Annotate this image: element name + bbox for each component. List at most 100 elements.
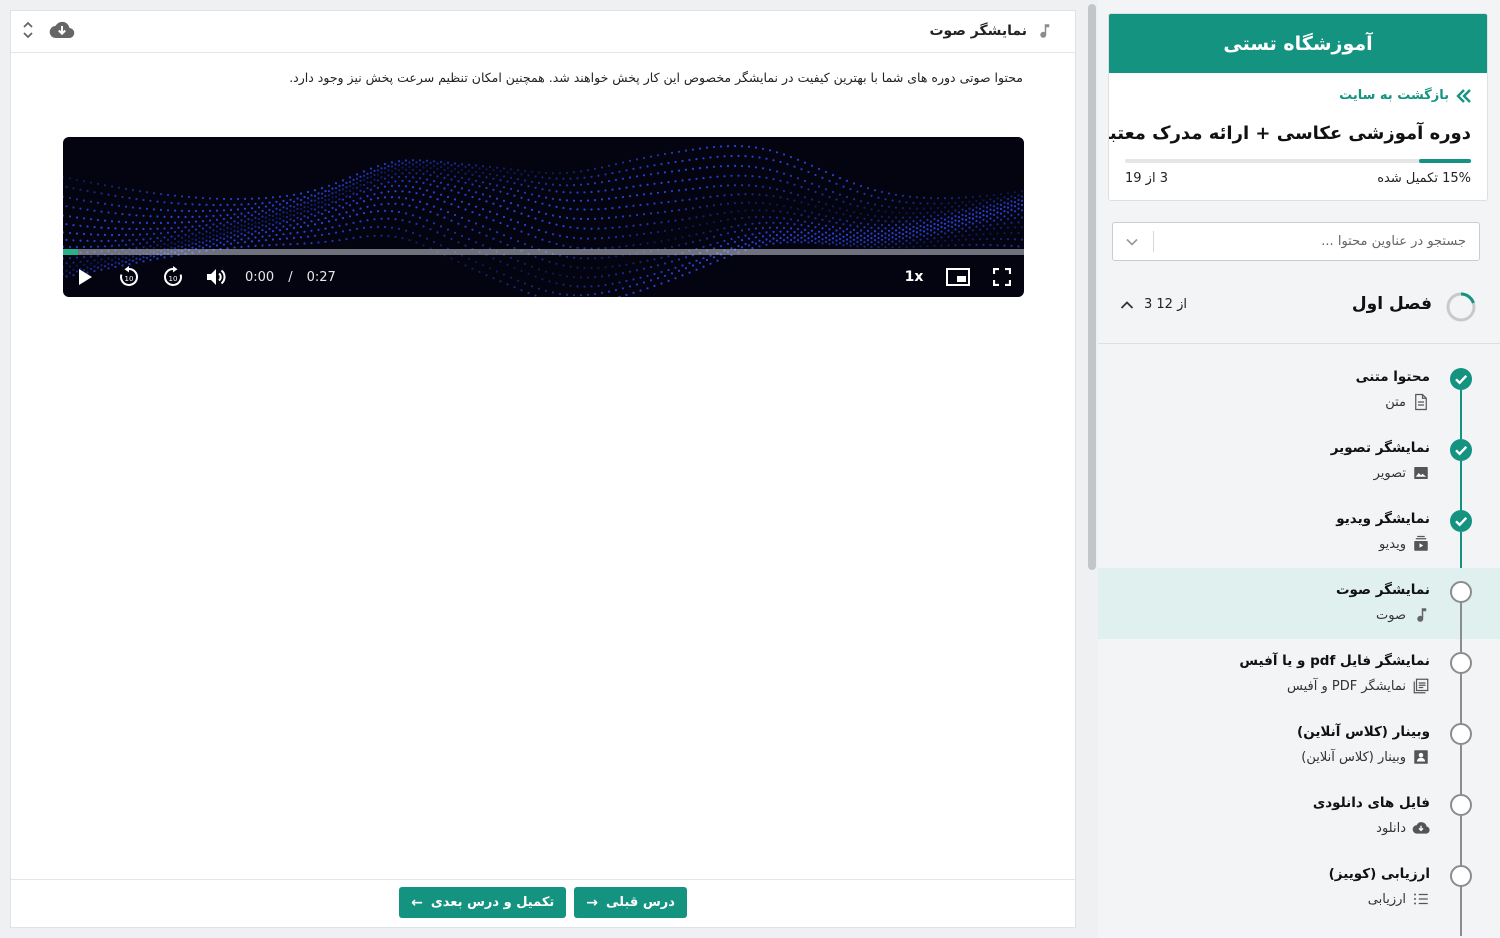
completed-check-icon [1450, 510, 1472, 532]
lesson-item-type-label: ارزیابی [1367, 891, 1406, 907]
lesson-item-type-label: تصویر [1373, 465, 1406, 481]
cloud-download-icon[interactable] [49, 20, 75, 40]
volume-button[interactable] [195, 257, 239, 297]
cloud-download-icon [1412, 822, 1430, 834]
image-icon [1414, 467, 1428, 479]
lesson-title: نمایشگر صوت [929, 22, 1053, 40]
lesson-item-type: ویدیو [1379, 535, 1430, 553]
timeline-connector [1460, 887, 1462, 936]
lesson-item-type-label: وبینار (کلاس آنلاین) [1301, 749, 1406, 765]
chapter-count-text: 3 از 12 [1144, 297, 1187, 312]
completed-check-icon [1450, 439, 1472, 461]
lesson-item[interactable]: نمایشگر صوت صوت [1098, 568, 1500, 652]
lesson-item-type-label: متن [1385, 394, 1406, 410]
lesson-item-type-label: صوت [1376, 607, 1406, 623]
course-progress-stats: 15% تکمیل شده 3 از 19 [1125, 171, 1471, 186]
lesson-item-type-label: دانلود [1376, 820, 1406, 836]
lesson-item[interactable]: فایل های دانلودی دانلود [1098, 781, 1500, 865]
audio-progress-fill [63, 249, 79, 255]
completed-check-icon [1450, 368, 1472, 390]
music-note-icon [1040, 24, 1050, 38]
picture-in-picture-button[interactable] [936, 257, 980, 297]
complete-next-lesson-button[interactable]: تکمیل و درس بعدی ← [399, 887, 567, 918]
current-time: 0:00 [245, 269, 275, 285]
rewind-10-button[interactable]: 10 [107, 257, 151, 297]
search-placeholder: جستجو در عناوین محتوا ... [1321, 234, 1466, 249]
lesson-item-title: ارزیابی (کوییز) [1328, 866, 1430, 882]
lesson-item[interactable]: نمایشگر تصویر تصویر [1098, 426, 1500, 510]
lesson-item-type: تصویر [1374, 464, 1430, 482]
play-button[interactable] [63, 257, 107, 297]
expand-collapse-icon[interactable] [21, 19, 35, 41]
lesson-item-type: دانلود [1376, 819, 1430, 837]
lesson-title-text: نمایشگر صوت [929, 23, 1027, 39]
audio-controls-right: 1x [892, 257, 1024, 297]
forward-10-icon: 10 [164, 266, 182, 286]
back-to-site-label: بازگشت به سایت [1339, 88, 1449, 103]
rewind-10-icon: 10 [120, 266, 138, 286]
content-search-input[interactable]: جستجو در عناوین محتوا ... [1112, 222, 1480, 261]
playback-speed-button[interactable]: 1x [892, 269, 936, 285]
pdf-document-icon [1413, 678, 1429, 694]
lesson-description: محتوا صوتی دوره های شما با بهترین کیفیت … [289, 70, 1023, 85]
incomplete-circle-icon [1450, 581, 1472, 603]
incomplete-circle-icon [1450, 865, 1472, 887]
chevron-up-icon[interactable] [1120, 300, 1134, 310]
chapter-progress-ring [1446, 292, 1476, 322]
volume-icon [207, 269, 226, 285]
chapter-title: فصل اول [1351, 294, 1432, 314]
document-icon [1415, 393, 1427, 411]
lesson-item-type: صوت [1376, 606, 1430, 624]
course-progress-count: 3 از 19 [1125, 171, 1168, 186]
lesson-item-type: ارزیابی [1368, 890, 1430, 908]
arrow-left-icon: ← [411, 894, 423, 911]
audio-controls: 10 10 0:00 / 0:27 1x [63, 257, 1024, 297]
chapter-count: 3 از 12 [1120, 297, 1187, 312]
lesson-item-title: نمایشگر تصویر [1330, 440, 1430, 456]
picture-in-picture-icon [946, 268, 970, 286]
arrow-right-icon: → [586, 894, 599, 911]
lesson-item[interactable]: ارزیابی (کوییز) ارزیابی [1098, 852, 1500, 936]
scrollbar-thumb[interactable] [1088, 4, 1096, 570]
lesson-item[interactable]: نمایشگر فایل pdf و یا آفیس نمایشگر PDF و … [1098, 639, 1500, 723]
lesson-header-tools [21, 19, 75, 41]
lesson-item-type-label: نمایشگر PDF و آفیس [1287, 678, 1406, 694]
course-progress-fill [1419, 159, 1471, 163]
lesson-header: نمایشگر صوت [11, 11, 1075, 53]
chapter-header[interactable]: فصل اول 3 از 12 [1098, 280, 1500, 344]
forward-10-button[interactable]: 10 [151, 257, 195, 297]
lesson-item-title: نمایشگر صوت [1335, 582, 1430, 598]
back-to-site-link[interactable]: بازگشت به سایت [1339, 88, 1471, 103]
svg-text:10: 10 [125, 275, 134, 283]
lesson-item[interactable]: محتوا متنی متن [1098, 355, 1500, 439]
lesson-item-type: نمایشگر PDF و آفیس [1287, 677, 1430, 695]
lesson-item-type: وبینار (کلاس آنلاین) [1301, 748, 1430, 766]
chevron-down-icon[interactable] [1125, 235, 1139, 249]
incomplete-circle-icon [1450, 723, 1472, 745]
video-icon [1414, 535, 1428, 551]
previous-lesson-label: درس قبلی [606, 895, 675, 910]
lesson-item-title: نمایشگر ویدیو [1336, 511, 1430, 527]
fullscreen-button[interactable] [980, 257, 1024, 297]
course-sidebar: آموزشگاه تستی بازگشت به سایت دوره آموزشی… [1098, 0, 1500, 938]
fullscreen-icon [993, 268, 1011, 286]
lesson-item-type: متن [1385, 393, 1430, 411]
time-separator: / [288, 269, 293, 285]
lesson-item-type-label: ویدیو [1378, 536, 1406, 552]
audio-progress-bar[interactable] [63, 249, 1024, 255]
audio-player: 10 10 0:00 / 0:27 1x [63, 137, 1024, 297]
quiz-list-icon [1414, 893, 1428, 905]
previous-lesson-button[interactable]: درس قبلی → [574, 887, 687, 918]
course-progress-bar [1125, 159, 1471, 163]
lesson-item[interactable]: نمایشگر ویدیو ویدیو [1098, 497, 1500, 581]
play-icon [79, 269, 92, 285]
lesson-item[interactable]: وبینار (کلاس آنلاین) وبینار (کلاس آنلاین) [1098, 710, 1500, 794]
complete-next-label: تکمیل و درس بعدی [430, 895, 555, 910]
music-note-icon [1417, 608, 1427, 622]
webinar-icon [1414, 750, 1428, 764]
course-progress-percent: 15% تکمیل شده [1377, 171, 1471, 186]
lesson-item-title: وبینار (کلاس آنلاین) [1297, 724, 1430, 740]
lesson-list: محتوا متنی متن نمایشگر تصویر تصویر نمایشگر و… [1098, 355, 1500, 936]
svg-text:10: 10 [169, 275, 178, 283]
academy-name: آموزشگاه تستی [1109, 14, 1487, 73]
